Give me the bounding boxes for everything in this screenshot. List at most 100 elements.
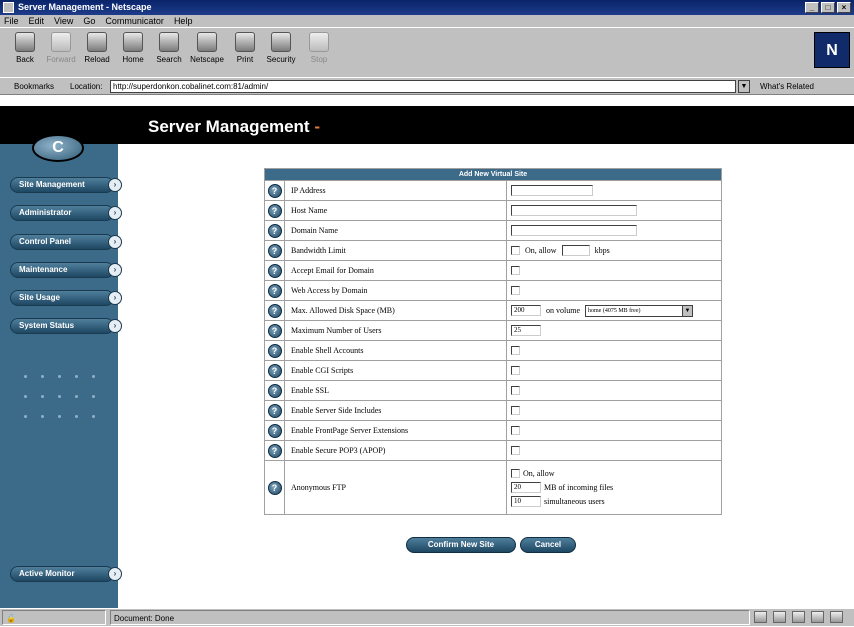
domain-name-input[interactable] xyxy=(511,225,637,236)
sidebar-item-site-management[interactable]: Site Management › xyxy=(10,177,128,193)
reload-button[interactable]: Reload xyxy=(80,32,114,72)
window-title-bar: Server Management - Netscape _ □ × xyxy=(0,0,854,15)
menu-view[interactable]: View xyxy=(54,15,73,27)
cobalt-logo[interactable]: C xyxy=(32,134,84,162)
volume-select[interactable]: home (4075 MB free) ▼ xyxy=(585,304,693,317)
ftp-checkbox[interactable] xyxy=(511,469,520,479)
maximize-button[interactable]: □ xyxy=(821,2,835,13)
form-caption: Add New Virtual Site xyxy=(264,168,722,181)
help-icon[interactable]: ? xyxy=(267,403,282,418)
arrow-right-icon: › xyxy=(108,291,122,305)
cancel-button[interactable]: Cancel xyxy=(520,537,576,553)
sidebar-item-site-usage[interactable]: Site Usage › xyxy=(10,290,128,306)
ftp-users-input[interactable]: 10 xyxy=(511,496,541,508)
max-users-input[interactable]: 25 xyxy=(511,325,541,336)
menu-go[interactable]: Go xyxy=(83,15,95,27)
bandwidth-input[interactable] xyxy=(561,245,590,256)
sidebar-item-label: Control Panel xyxy=(10,234,114,250)
field-label: Enable Secure POP3 (APOP) xyxy=(284,440,507,461)
print-icon xyxy=(235,32,255,52)
sidebar-item-administrator[interactable]: Administrator › xyxy=(10,205,128,221)
forward-label: Forward xyxy=(46,55,76,64)
help-icon[interactable]: ? xyxy=(267,443,282,458)
form-row-cgi-scripts: ? Enable CGI Scripts xyxy=(264,360,722,381)
accept-email-checkbox[interactable] xyxy=(511,266,520,276)
home-button[interactable]: Home xyxy=(116,32,150,72)
forward-button[interactable]: Forward xyxy=(44,32,78,72)
menu-help[interactable]: Help xyxy=(174,15,193,27)
ftp-space-input[interactable]: 20 xyxy=(511,482,541,494)
sidebar-item-maintenance[interactable]: Maintenance › xyxy=(10,262,128,278)
menu-file[interactable]: File xyxy=(4,15,19,27)
help-icon[interactable]: ? xyxy=(267,183,282,198)
back-button[interactable]: Back xyxy=(8,32,42,72)
form-row-host-name: ? Host Name xyxy=(264,200,722,221)
ip-address-input[interactable] xyxy=(511,185,593,196)
url-history-dropdown[interactable]: ▼ xyxy=(738,80,750,93)
stop-button[interactable]: Stop xyxy=(302,32,336,72)
sidebar-item-active-monitor[interactable]: Active Monitor › xyxy=(10,566,128,582)
help-icon[interactable]: ? xyxy=(267,203,282,218)
ftp-space-label: MB of incoming files xyxy=(544,482,614,492)
sidebar-item-system-status[interactable]: System Status › xyxy=(10,318,128,334)
menu-edit[interactable]: Edit xyxy=(29,15,45,27)
ssi-checkbox[interactable] xyxy=(511,406,520,416)
help-icon[interactable]: ? xyxy=(267,263,282,278)
page-title-text: Server Management xyxy=(148,117,310,136)
netscape-label: Netscape xyxy=(190,55,224,64)
minimize-button[interactable]: _ xyxy=(805,2,819,13)
home-label: Home xyxy=(122,55,144,64)
page-title: Server Management - xyxy=(148,117,320,137)
security-button[interactable]: Security xyxy=(264,32,298,72)
header-bar: Server Management - xyxy=(0,106,854,144)
confirm-new-site-button[interactable]: Confirm New Site xyxy=(406,537,516,553)
host-name-input[interactable] xyxy=(511,205,637,216)
help-icon[interactable]: ? xyxy=(267,223,282,238)
netscape-logo[interactable]: N xyxy=(814,32,850,68)
help-icon[interactable]: ? xyxy=(267,343,282,358)
help-icon[interactable]: ? xyxy=(267,243,282,258)
apop-checkbox[interactable] xyxy=(511,446,520,456)
frontpage-checkbox[interactable] xyxy=(511,426,520,436)
bookmarks-button[interactable]: Bookmarks xyxy=(14,79,54,95)
help-icon[interactable]: ? xyxy=(267,323,282,338)
whats-related-button[interactable]: What's Related xyxy=(760,79,814,95)
arrow-right-icon: › xyxy=(108,319,122,333)
menu-communicator[interactable]: Communicator xyxy=(105,15,164,27)
reload-label: Reload xyxy=(84,55,110,64)
help-icon[interactable]: ? xyxy=(267,363,282,378)
ssl-checkbox[interactable] xyxy=(511,386,520,396)
window-title: Server Management - Netscape xyxy=(18,2,152,12)
field-label: Host Name xyxy=(284,200,507,221)
status-text: Document: Done xyxy=(110,610,750,625)
help-icon[interactable]: ? xyxy=(267,383,282,398)
bandwidth-checkbox[interactable] xyxy=(511,246,520,255)
web-access-checkbox[interactable] xyxy=(511,286,520,296)
netscape-button[interactable]: Netscape xyxy=(190,32,224,72)
disk-space-input[interactable]: 200 xyxy=(511,305,541,316)
help-icon[interactable]: ? xyxy=(267,303,282,318)
mail-icon[interactable] xyxy=(773,611,786,623)
form-row-ssl: ? Enable SSL xyxy=(264,380,722,401)
newsgroups-icon[interactable] xyxy=(792,611,805,623)
help-icon[interactable]: ? xyxy=(267,423,282,438)
home-icon xyxy=(123,32,143,52)
decorative-dots xyxy=(24,415,104,421)
composer-icon[interactable] xyxy=(830,611,843,623)
shell-accounts-checkbox[interactable] xyxy=(511,346,520,356)
component-bar xyxy=(754,611,843,623)
sidebar-item-label: Maintenance xyxy=(10,262,114,278)
lock-icon: 🔓 xyxy=(6,614,16,623)
form-row-accept-email: ? Accept Email for Domain xyxy=(264,260,722,281)
address-book-icon[interactable] xyxy=(811,611,824,623)
search-button[interactable]: Search xyxy=(152,32,186,72)
url-input[interactable]: http://superdonkon.cobalinet.com:81/admi… xyxy=(110,80,736,93)
sidebar-item-control-panel[interactable]: Control Panel › xyxy=(10,234,128,250)
security-indicator[interactable]: 🔓 xyxy=(2,610,106,625)
navigator-icon[interactable] xyxy=(754,611,767,623)
cgi-scripts-checkbox[interactable] xyxy=(511,366,520,376)
print-button[interactable]: Print xyxy=(228,32,262,72)
help-icon[interactable]: ? xyxy=(267,480,282,495)
help-icon[interactable]: ? xyxy=(267,283,282,298)
close-button[interactable]: × xyxy=(837,2,851,13)
